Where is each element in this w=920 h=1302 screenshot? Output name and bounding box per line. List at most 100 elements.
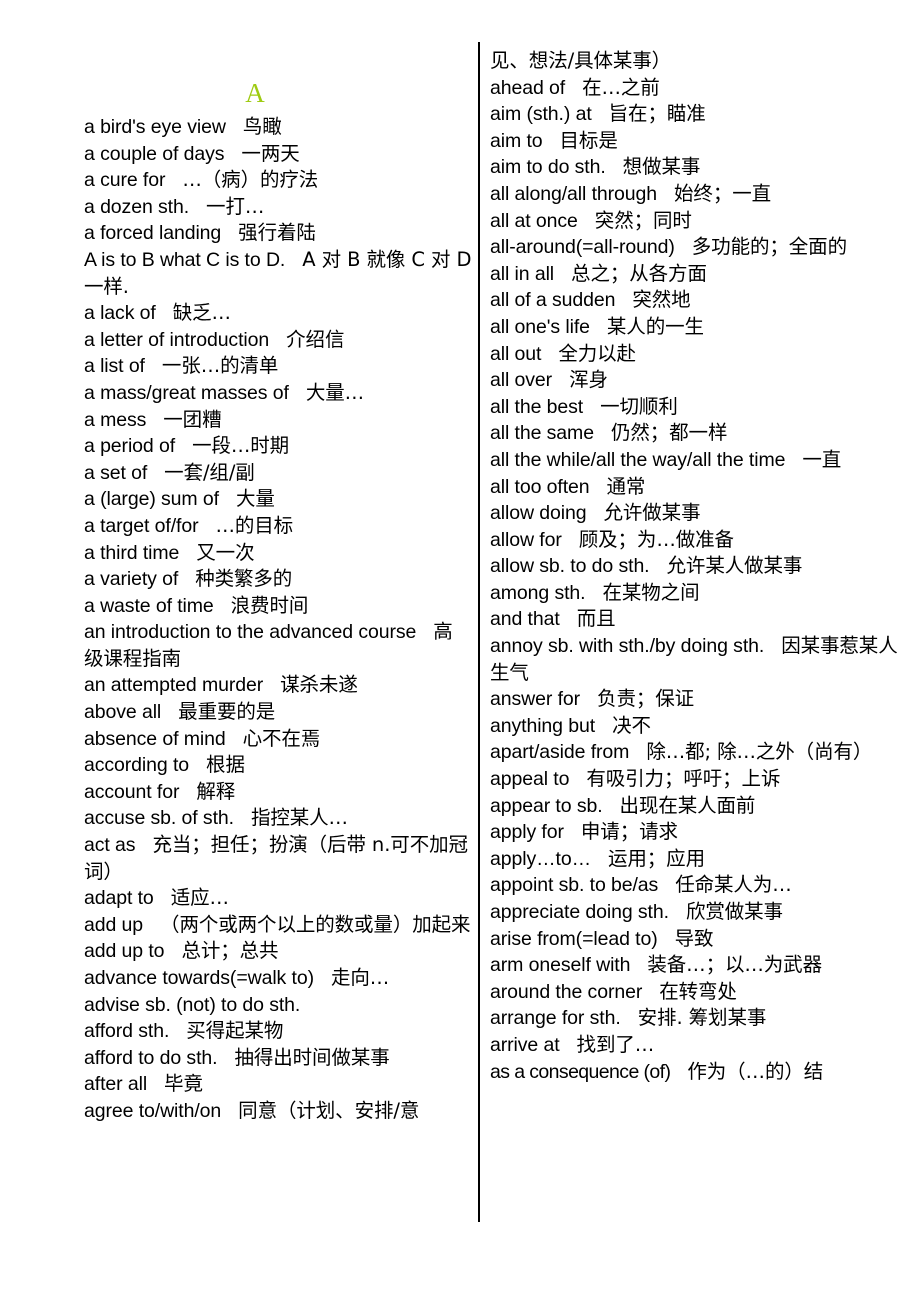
entry-english-term: all at once [490, 209, 578, 232]
glossary-entry: apply for 申请；请求 [490, 819, 912, 846]
entry-chinese-gloss: 一直 [802, 447, 842, 471]
entry-english-term: a lack of [84, 302, 156, 325]
entry-english-term: all one's life [490, 315, 590, 338]
glossary-entry: according to 根据 [84, 752, 472, 779]
entry-chinese-gloss: 导致 [674, 926, 714, 950]
two-column-layout: A a bird's eye view 鸟瞰 a couple of days 一两天… [0, 0, 920, 1302]
glossary-entry: arise from(=lead to) 导致 [490, 926, 912, 953]
entry-chinese-gloss: 装备…；以…为武器 [647, 953, 822, 977]
glossary-entry: apply…to… 运用；应用 [490, 846, 912, 873]
entry-chinese-gloss: 一套/组/副 [164, 460, 255, 484]
glossary-entry: add up to 总计；总共 [84, 938, 472, 965]
entry-english-term: a bird's eye view [84, 116, 226, 138]
glossary-entry: all one's life 某人的一生 [490, 314, 912, 341]
entry-chinese-gloss: 总之；从各方面 [571, 261, 707, 285]
entry-chinese-gloss: 全力以赴 [558, 341, 636, 365]
entry-english-term: a forced landing [84, 222, 222, 245]
entry-english-term: among sth. [490, 581, 586, 604]
entry-chinese-gloss: 作为（…的）结 [687, 1059, 824, 1083]
entry-chinese-gloss: 抽得出时间做某事 [234, 1045, 390, 1069]
entry-chinese-gloss: 运用；应用 [607, 846, 705, 870]
entry-english-term: account for [84, 780, 180, 803]
glossary-entry: an introduction to the advanced course 高级… [84, 619, 472, 672]
glossary-entry: a cure for …（病）的疗法 [84, 167, 472, 194]
glossary-entry: answer for 负责；保证 [490, 686, 912, 713]
entry-english-term: a letter of introduction [84, 328, 270, 351]
entry-chinese-gloss: 强行着陆 [238, 221, 316, 245]
glossary-entry: all in all 总之；从各方面 [490, 261, 912, 288]
glossary-entry: advise sb. (not) to do sth. [84, 992, 472, 1019]
entry-english-term: a dozen sth. [84, 195, 190, 218]
right-column: 见、想法/具体某事） ahead of 在…之前 aim (sth.) at 旨在；瞄… [480, 0, 920, 1085]
entry-english-term: a cure for [84, 169, 166, 192]
entry-english-term: appeal to [490, 768, 570, 791]
entry-english-term: all the same [490, 422, 594, 445]
entry-english-term: annoy sb. with sth./by doing sth. [490, 635, 765, 658]
entry-english-term: anything but [490, 714, 596, 737]
entry-english-term: a target of/for [84, 514, 199, 537]
glossary-entry: all too often 通常 [490, 474, 912, 501]
entry-english-term: an attempted murder [84, 674, 264, 697]
glossary-entry: absence of mind 心不在焉 [84, 726, 472, 753]
entry-english-term: a variety of [84, 568, 179, 591]
continuation-line: 见、想法/具体某事） [490, 48, 912, 75]
entry-english-term: all-around(=all-round) [490, 236, 675, 259]
entry-chinese-gloss: 允许做某事 [603, 501, 701, 525]
glossary-entry: agree to/with/on 同意（计划、安排/意 [84, 1098, 472, 1125]
entry-english-term: all too often [490, 475, 590, 498]
entry-chinese-gloss: 而且 [576, 607, 616, 631]
glossary-entry: a (large) sum of 大量 [84, 486, 472, 513]
entry-chinese-gloss: 出现在某人面前 [619, 793, 756, 817]
entry-english-term: all in all [490, 262, 555, 285]
entry-english-term: allow sb. to do sth. [490, 555, 650, 578]
glossary-entry: around the corner 在转弯处 [490, 979, 912, 1006]
glossary-entry: a period of 一段…时期 [84, 433, 472, 460]
glossary-entry: a set of 一套/组/副 [84, 460, 472, 487]
entry-chinese-gloss: 多功能的；全面的 [691, 235, 847, 259]
glossary-entry: aim (sth.) at 旨在；瞄准 [490, 101, 912, 128]
entry-english-term: apply…to… [490, 847, 591, 870]
glossary-entry: apart/aside from 除…都; 除…之外（尚有） [490, 739, 912, 766]
glossary-entry: arrange for sth. 安排. 筹划某事 [490, 1005, 912, 1032]
entry-chinese-gloss: 突然；同时 [594, 208, 692, 232]
entry-chinese-gloss: 充当；担任；扮演（后带 n.可不加冠词） [84, 833, 468, 883]
glossary-entry: allow doing 允许做某事 [490, 500, 912, 527]
glossary-entry: adapt to 适应… [84, 885, 472, 912]
entry-english-term: a couple of days [84, 142, 225, 165]
entry-english-term: add up [84, 913, 144, 936]
glossary-entry: allow for 顾及；为…做准备 [490, 527, 912, 554]
glossary-entry: all over 浑身 [490, 367, 912, 394]
entry-chinese-gloss: 大量… [305, 380, 365, 404]
entry-chinese-gloss: 通常 [606, 474, 646, 498]
glossary-entry: arm oneself with 装备…；以…为武器 [490, 952, 912, 979]
entry-chinese-gloss: 任命某人为… [675, 873, 792, 897]
glossary-entry: a third time 又一次 [84, 540, 472, 567]
entry-chinese-gloss: 毕竟 [164, 1072, 203, 1096]
entry-english-term: above all [84, 701, 162, 724]
entry-english-term: a third time [84, 541, 180, 564]
glossary-entry: appoint sb. to be/as 任命某人为… [490, 872, 912, 899]
entry-english-term: a list of [84, 355, 145, 378]
entry-english-term: an introduction to the advanced course [84, 621, 417, 644]
entry-chinese-gloss: 负责；保证 [597, 687, 695, 711]
glossary-entry: a target of/for …的目标 [84, 513, 472, 540]
entry-english-term: a mass/great masses of [84, 381, 289, 404]
entry-chinese-gloss: （两个或两个以上的数或量）加起来 [160, 912, 471, 936]
glossary-entry: all out 全力以赴 [490, 341, 912, 368]
entry-english-term: a mess [84, 408, 147, 431]
glossary-entry: among sth. 在某物之间 [490, 580, 912, 607]
entry-english-term: arise from(=lead to) [490, 927, 658, 950]
glossary-entry: all the best 一切顺利 [490, 394, 912, 421]
entry-english-term: arm oneself with [490, 954, 631, 977]
entry-chinese-gloss: 同意（计划、安排/意 [238, 1098, 420, 1122]
entry-english-term: answer for [490, 688, 581, 711]
entry-english-term: appreciate doing sth. [490, 901, 669, 923]
entry-chinese-gloss: 种类繁多的 [195, 567, 293, 591]
entry-english-term: all over [490, 369, 553, 392]
section-letter-heading: A [245, 78, 265, 108]
entry-chinese-gloss: 根据 [206, 753, 245, 777]
right-column-entry-list: ahead of 在…之前 aim (sth.) at 旨在；瞄准 aim to 目标是 a… [490, 75, 912, 1086]
entry-chinese-gloss: …的目标 [215, 513, 294, 537]
entry-chinese-gloss: 某人的一生 [606, 314, 704, 338]
entry-chinese-gloss: 一两天 [241, 141, 300, 165]
